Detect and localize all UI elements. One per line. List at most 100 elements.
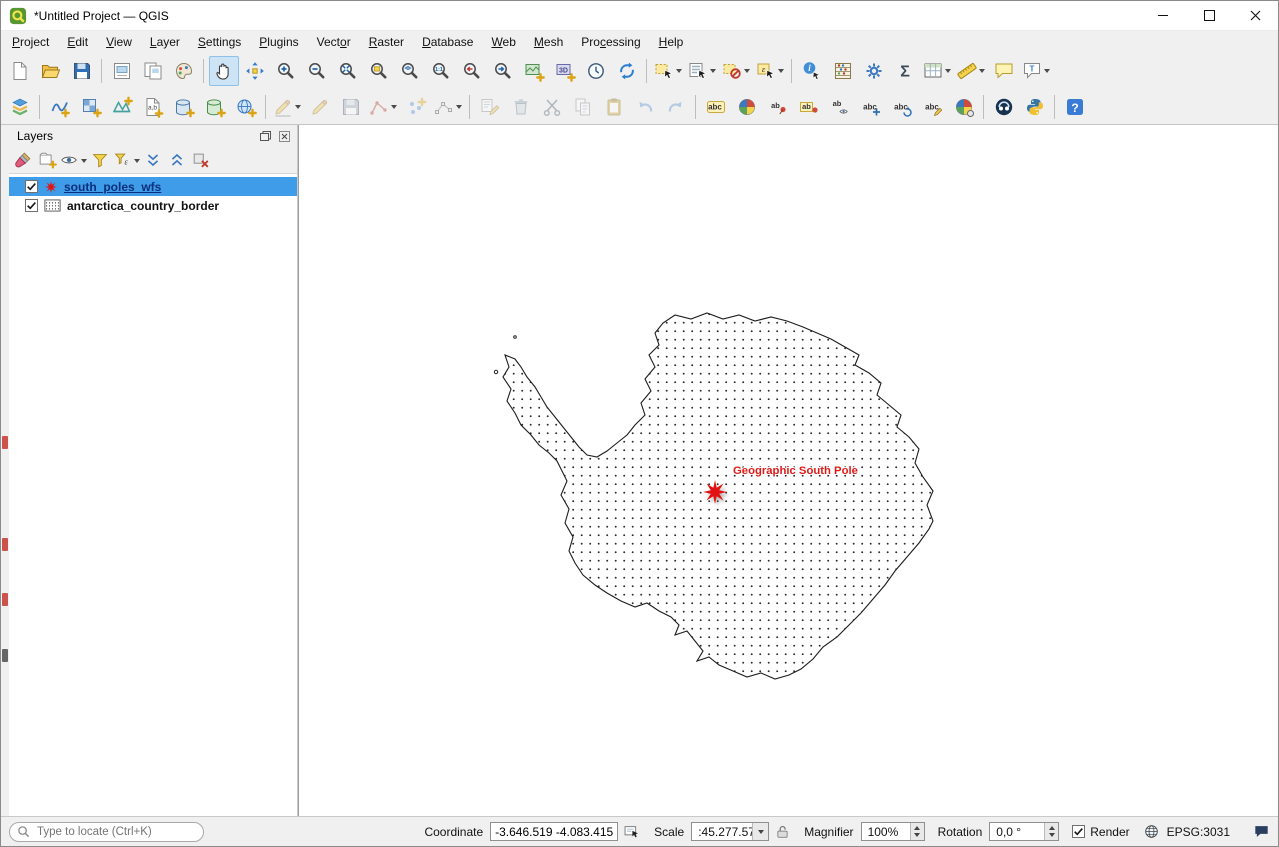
layer-row-antarctica_country_border[interactable]: antarctica_country_border <box>9 196 297 215</box>
pin-labels-button[interactable]: ab <box>763 92 793 122</box>
zoom-native-button[interactable]: 1:1 <box>426 56 456 86</box>
attribute-table-dropdown[interactable] <box>944 60 953 82</box>
new-project-button[interactable] <box>5 56 35 86</box>
add-mesh-layer-button[interactable] <box>107 92 137 122</box>
field-calculator-button[interactable] <box>828 56 858 86</box>
vertex-tool-button[interactable] <box>432 92 465 122</box>
menu-processing[interactable]: Processing <box>572 33 649 51</box>
render-toggle[interactable]: Render <box>1072 825 1129 839</box>
map-tips-button[interactable] <box>989 56 1019 86</box>
statistical-summary-button[interactable]: Σ <box>890 56 920 86</box>
magnifier-spinbox[interactable]: 100% <box>861 822 925 841</box>
copy-features-button[interactable] <box>568 92 598 122</box>
modify-attributes-button[interactable] <box>475 92 505 122</box>
menu-help[interactable]: Help <box>650 33 693 51</box>
locate-search[interactable] <box>9 822 204 842</box>
pan-to-selection-button[interactable] <box>240 56 270 86</box>
metasearch-button[interactable] <box>989 92 1019 122</box>
current-edits-button[interactable] <box>271 92 304 122</box>
menu-layer[interactable]: Layer <box>141 33 189 51</box>
expand-all-button[interactable] <box>141 148 165 172</box>
map-canvas[interactable]: Geographic South Pole <box>298 125 1278 816</box>
move-label-button[interactable]: abc <box>856 92 886 122</box>
highlight-pinned-labels-button[interactable]: ab <box>794 92 824 122</box>
rotation-down-button[interactable] <box>1044 831 1058 840</box>
current-edits-dropdown[interactable] <box>294 96 303 118</box>
menu-project[interactable]: Project <box>3 33 58 51</box>
vertex-tool-dropdown[interactable] <box>455 96 464 118</box>
menu-raster[interactable]: Raster <box>360 33 413 51</box>
minimize-button[interactable] <box>1140 1 1186 30</box>
open-data-source-manager-button[interactable] <box>5 92 35 122</box>
scale-combo[interactable]: :45.277.572 <box>691 822 769 841</box>
diagram-options-button[interactable] <box>949 92 979 122</box>
processing-toolbox-button[interactable] <box>859 56 889 86</box>
add-delimited-text-layer-button[interactable]: a,b <box>138 92 168 122</box>
panel-float-button[interactable] <box>258 129 273 144</box>
new-annotation-dropdown[interactable] <box>1043 60 1052 82</box>
show-hide-labels-button[interactable]: ab <box>825 92 855 122</box>
magnifier-down-button[interactable] <box>910 831 924 840</box>
close-button[interactable] <box>1232 1 1278 30</box>
extents-toggle-icon[interactable] <box>623 823 641 841</box>
zoom-full-button[interactable] <box>333 56 363 86</box>
crs-status[interactable]: EPSG:3031 <box>1167 825 1230 839</box>
add-raster-layer-button[interactable] <box>76 92 106 122</box>
layer-visibility-checkbox[interactable] <box>25 199 38 212</box>
scale-dropdown-button[interactable] <box>752 823 768 840</box>
digitize-with-segment-button[interactable] <box>367 92 400 122</box>
add-vector-layer-button[interactable] <box>45 92 75 122</box>
rotate-label-button[interactable]: abc <box>887 92 917 122</box>
paste-features-button[interactable] <box>599 92 629 122</box>
pan-map-button[interactable] <box>209 56 239 86</box>
open-project-button[interactable] <box>36 56 66 86</box>
add-spatialite-layer-button[interactable] <box>200 92 230 122</box>
menu-edit[interactable]: Edit <box>58 33 97 51</box>
zoom-next-button[interactable] <box>488 56 518 86</box>
measure-dropdown[interactable] <box>978 60 987 82</box>
delete-selected-button[interactable] <box>506 92 536 122</box>
filter-by-expression-button[interactable]: ε <box>112 148 141 172</box>
deselect-features-button[interactable] <box>720 56 753 86</box>
select-by-value-button[interactable] <box>686 56 719 86</box>
menu-vector[interactable]: Vector <box>308 33 360 51</box>
attribute-table-button[interactable] <box>921 56 954 86</box>
messages-bubble-icon[interactable] <box>1253 823 1270 840</box>
zoom-to-layer-button[interactable] <box>395 56 425 86</box>
style-manager-button[interactable] <box>169 56 199 86</box>
menu-plugins[interactable]: Plugins <box>250 33 307 51</box>
collapse-all-button[interactable] <box>165 148 189 172</box>
identify-features-button[interactable]: i <box>797 56 827 86</box>
save-layer-edits-button[interactable] <box>336 92 366 122</box>
locate-input[interactable] <box>35 825 196 839</box>
panel-close-button[interactable] <box>277 129 292 144</box>
render-checkbox[interactable] <box>1072 825 1085 838</box>
maximize-button[interactable] <box>1186 1 1232 30</box>
change-label-button[interactable]: abc <box>918 92 948 122</box>
menu-view[interactable]: View <box>97 33 141 51</box>
zoom-to-selection-button[interactable] <box>364 56 394 86</box>
menu-web[interactable]: Web <box>482 33 524 51</box>
zoom-last-button[interactable] <box>457 56 487 86</box>
filter-by-expression-dropdown[interactable] <box>132 149 141 171</box>
layer-row-south_poles_wfs[interactable]: south_poles_wfs <box>9 177 297 196</box>
add-group-button[interactable] <box>35 148 59 172</box>
add-postgis-layer-button[interactable] <box>169 92 199 122</box>
new-annotation-button[interactable]: T <box>1020 56 1053 86</box>
new-3d-map-view-button[interactable]: 3D <box>550 56 580 86</box>
manage-map-themes-dropdown[interactable] <box>79 149 88 171</box>
coordinate-input[interactable] <box>490 822 618 841</box>
lock-scale-icon[interactable] <box>774 823 791 840</box>
new-print-layout-button[interactable] <box>107 56 137 86</box>
zoom-in-button[interactable] <box>271 56 301 86</box>
zoom-out-button[interactable] <box>302 56 332 86</box>
select-features-dropdown[interactable] <box>675 60 684 82</box>
show-layout-manager-button[interactable] <box>138 56 168 86</box>
measure-button[interactable] <box>955 56 988 86</box>
add-wms-layer-button[interactable] <box>231 92 261 122</box>
select-by-expression-button[interactable]: ε <box>754 56 787 86</box>
menu-mesh[interactable]: Mesh <box>525 33 572 51</box>
menu-settings[interactable]: Settings <box>189 33 250 51</box>
deselect-features-dropdown[interactable] <box>743 60 752 82</box>
toggle-editing-button[interactable] <box>305 92 335 122</box>
